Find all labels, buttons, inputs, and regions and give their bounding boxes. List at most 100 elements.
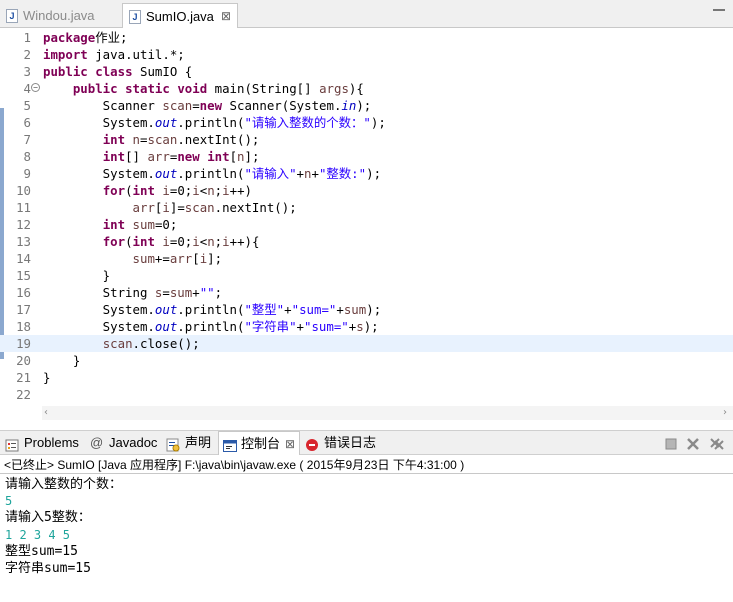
line-number: 9 <box>23 166 31 181</box>
code-lines: 1 package作业; 2 import java.util.*; 3 public c… <box>0 29 733 403</box>
remove-all-terminated-icon[interactable] <box>709 436 724 450</box>
line-number: 22 <box>16 387 31 402</box>
console-output[interactable]: 请输入整数的个数： 5 请输入5整数： 1 2 3 4 5 整型sum=15 字符串sum… <box>0 474 733 602</box>
code-line[interactable]: 15 } <box>0 267 733 284</box>
code-token: ++){ <box>229 234 260 249</box>
console-input-line: 1 2 3 4 5 <box>5 528 71 542</box>
code-token: public <box>72 81 118 96</box>
console-output-line: 请输入整数的个数： <box>5 477 123 492</box>
code-line[interactable]: 11 arr[i]=scan.nextInt(); <box>0 199 733 216</box>
code-line[interactable]: 21} <box>0 369 733 386</box>
code-token: ]; <box>244 149 260 164</box>
code-line[interactable]: 12 int sum=0; <box>0 216 733 233</box>
code-token: "sum=" <box>291 302 337 317</box>
line-number: 10 <box>16 183 31 198</box>
code-token: [] <box>125 149 148 164</box>
code-token: ++) <box>229 183 252 198</box>
tab-error-log[interactable]: 错误日志 <box>305 431 383 455</box>
line-number: 13 <box>16 234 31 249</box>
minimize-icon[interactable] <box>711 6 727 18</box>
tab-problems[interactable]: Problems <box>5 431 83 455</box>
tab-console[interactable]: 控制台 ⊠ <box>218 431 300 455</box>
code-token: System. <box>43 319 155 334</box>
code-token: i <box>162 183 170 198</box>
code-line[interactable]: 22 <box>0 386 733 403</box>
error-log-icon <box>305 436 319 451</box>
tab-javadoc[interactable]: @ Javadoc <box>90 431 160 455</box>
code-text: } <box>43 267 110 284</box>
close-tab-icon[interactable]: ⊠ <box>221 4 231 29</box>
scroll-right-icon[interactable]: › <box>723 407 727 418</box>
horizontal-scrollbar[interactable]: ‹ › <box>42 406 733 420</box>
console-status-header: <已终止> SumIO [Java 应用程序] F:\java\bin\java… <box>4 458 465 472</box>
line-number: 16 <box>16 285 31 300</box>
console-output-line: 整型sum=15 <box>5 544 78 559</box>
tab-windou-java[interactable]: J Windou.java <box>0 3 120 28</box>
scroll-left-icon[interactable]: ‹ <box>44 407 48 418</box>
close-view-icon[interactable]: ⊠ <box>285 432 295 456</box>
code-line[interactable]: 3 public class SumIO { <box>0 63 733 80</box>
tab-declaration[interactable]: 声明 <box>166 431 216 455</box>
code-token: } <box>43 353 81 368</box>
eclipse-window: J Windou.java J SumIO.java ⊠ 1 package作业;… <box>0 0 733 602</box>
code-token: ; <box>214 285 223 300</box>
code-token: scan <box>147 132 178 147</box>
code-token: scan <box>162 98 193 113</box>
line-number: 4 <box>23 81 31 96</box>
fold-toggle-icon[interactable]: − <box>31 83 40 92</box>
terminate-icon[interactable] <box>664 436 679 450</box>
code-token: i <box>222 183 230 198</box>
code-line[interactable]: 7 int n=scan.nextInt(); <box>0 131 733 148</box>
code-token: int <box>102 217 126 232</box>
code-token: "整型" <box>244 302 285 317</box>
code-token: [ <box>229 149 238 164</box>
code-token: =0; <box>154 217 178 232</box>
code-line[interactable]: 6 System.out.println("请输入整数的个数："); <box>0 114 733 131</box>
code-line[interactable]: 9 System.out.println("请输入"+n+"整数:"); <box>0 165 733 182</box>
java-file-icon: J <box>6 9 18 23</box>
line-number: 20 <box>16 353 31 368</box>
code-line[interactable]: 5 Scanner scan=new Scanner(System.in); <box>0 97 733 114</box>
code-editor[interactable]: 1 package作业; 2 import java.util.*; 3 public c… <box>0 28 733 420</box>
code-line[interactable]: 8 int[] arr=new int[n]; <box>0 148 733 165</box>
code-line[interactable]: 2 import java.util.*; <box>0 46 733 63</box>
code-token: =0; <box>169 183 193 198</box>
remove-launch-icon[interactable] <box>686 436 701 450</box>
line-number: 15 <box>16 268 31 283</box>
tab-label: 声明 <box>185 435 212 450</box>
tab-label: Javadoc <box>109 435 158 450</box>
code-line[interactable]: 13 for(int i=0;i<n;i++){ <box>0 233 733 250</box>
code-line[interactable]: 20 } <box>0 352 733 369</box>
console-output-line: 请输入5整数： <box>5 510 91 525</box>
code-line[interactable]: 19 scan.close(); <box>0 335 733 352</box>
code-line[interactable]: 17 System.out.println("整型"+"sum="+sum); <box>0 301 733 318</box>
code-token: + <box>192 285 200 300</box>
code-text: public static void main(String[] args){ <box>43 80 364 97</box>
code-token: Scanner(System. <box>222 98 342 113</box>
code-token: public <box>43 64 88 79</box>
code-token: ]= <box>169 200 185 215</box>
code-line[interactable]: 4− public static void main(String[] args… <box>0 80 733 97</box>
code-token: new <box>199 98 223 113</box>
code-token: out <box>154 302 178 317</box>
code-line[interactable]: 10 for(int i=0;i<n;i++) <box>0 182 733 199</box>
code-token: "整数:" <box>318 166 367 181</box>
code-line[interactable]: 18 System.out.println("字符串"+"sum="+s); <box>0 318 733 335</box>
code-token: out <box>154 166 178 181</box>
line-number: 11 <box>16 200 31 215</box>
code-token: ( <box>125 234 133 249</box>
code-token: 作业; <box>95 30 128 45</box>
code-line[interactable]: 1 package作业; <box>0 29 733 46</box>
code-token: main(String[] <box>207 81 320 96</box>
code-token: in <box>341 98 357 113</box>
code-text: scan.close(); <box>43 335 200 352</box>
code-line[interactable]: 14 sum+=arr[i]; <box>0 250 733 267</box>
tab-label: Problems <box>24 435 79 450</box>
code-token: + <box>296 166 304 181</box>
tab-sumio-java[interactable]: J SumIO.java ⊠ <box>122 3 238 28</box>
code-line[interactable]: 16 String s=sum+""; <box>0 284 733 301</box>
